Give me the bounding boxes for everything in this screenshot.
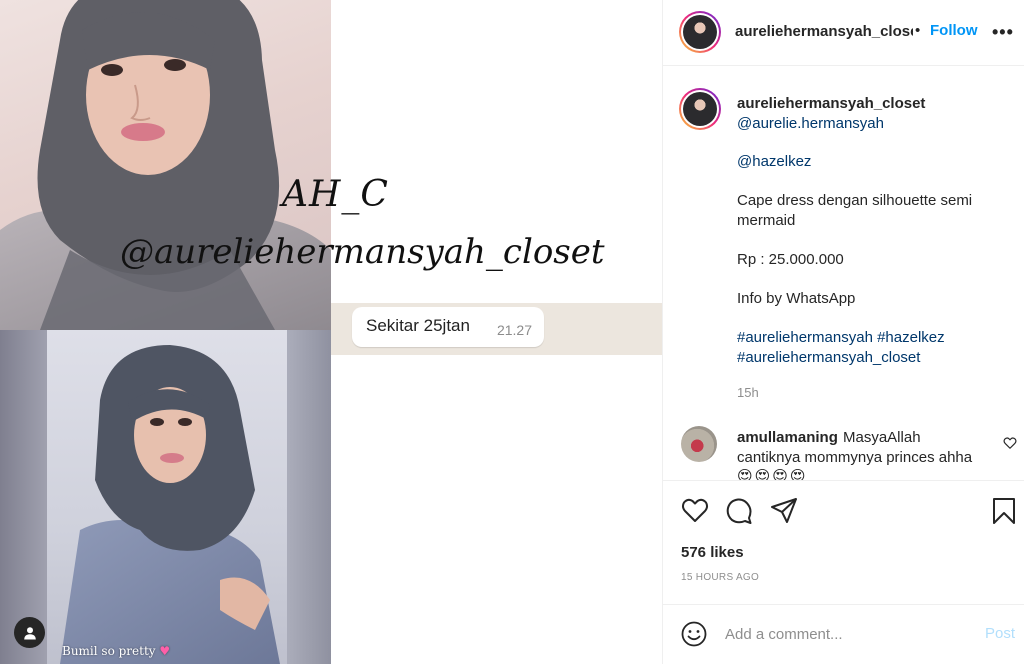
watermark-title: AH_C: [282, 174, 389, 215]
portrait-illustration-top: [0, 0, 331, 330]
post-header: aureliehermansyah_closet • Follow •••: [663, 0, 1024, 66]
comment-button[interactable]: [725, 497, 753, 530]
bookmark-button[interactable]: [992, 497, 1016, 530]
like-button[interactable]: [681, 497, 709, 528]
pink-heart-icon: ♥: [159, 644, 171, 658]
header-username[interactable]: aureliehermansyah_closet: [735, 23, 913, 40]
post-media[interactable]: Sekitar 25jtan 21.27 AH_C @aurelieherman…: [0, 0, 662, 664]
user-tag-button[interactable]: [14, 617, 45, 648]
caption-info: Info by WhatsApp: [737, 290, 856, 307]
comment-avatar[interactable]: [681, 426, 717, 462]
chat-time: 21.27: [496, 322, 532, 338]
comment-username[interactable]: amullamaning: [737, 429, 838, 446]
caption-description-line2: mermaid: [737, 212, 796, 229]
comment-input[interactable]: [725, 623, 965, 645]
chat-bubble: Sekitar 25jtan 21.27: [352, 307, 544, 347]
hashtag-aureliehermansyah[interactable]: #aureliehermansyah: [737, 329, 873, 346]
post-timestamp[interactable]: 15 HOURS AGO: [681, 572, 759, 583]
caption-hashtags-line1: #aureliehermansyah #hazelkez: [737, 328, 945, 348]
photo-caption: Bumil so pretty ♥: [62, 644, 170, 658]
comment-emoji: 😍😍😍😍: [737, 468, 808, 480]
caption-price: Rp : 25.000.000: [737, 251, 844, 268]
hashtag-aureliehermansyah-closet[interactable]: #aureliehermansyah_closet: [737, 348, 920, 368]
watermark-handle: @aureliehermansyah_closet: [120, 232, 605, 272]
header-separator: •: [915, 22, 921, 39]
emoji-icon: [681, 621, 707, 647]
caption-mention-hazelkez[interactable]: @hazelkez: [737, 152, 811, 172]
caption-username[interactable]: aureliehermansyah_closet: [737, 95, 925, 112]
post-actions: 576 likes 15 HOURS AGO: [663, 480, 1024, 604]
photo-top: [0, 0, 331, 330]
caption-time[interactable]: 15h: [737, 385, 759, 400]
photo-caption-text: Bumil so pretty: [62, 644, 156, 658]
hashtag-hazelkez[interactable]: #hazelkez: [877, 329, 945, 346]
heart-icon: [681, 498, 709, 522]
caption-description-line1: Cape dress dengan silhouette semi: [737, 192, 973, 209]
post-comment-button[interactable]: Post: [985, 625, 1015, 642]
bookmark-icon: [993, 498, 1015, 524]
chat-message: Sekitar 25jtan: [366, 316, 470, 335]
follow-button[interactable]: Follow: [930, 22, 978, 39]
comments-section[interactable]: aureliehermansyah_closet @aurelie.herman…: [663, 66, 1024, 480]
share-icon: [771, 498, 797, 523]
comment-text-line2: cantiknya mommynya princes ahha: [737, 449, 973, 466]
caption-avatar[interactable]: [679, 88, 721, 130]
post-sidebar: aureliehermansyah_closet • Follow ••• au…: [662, 0, 1024, 664]
add-comment-bar: Post: [663, 604, 1024, 664]
comment-text-line1: MasyaAllah: [843, 429, 921, 446]
photo-bottom: [0, 330, 331, 664]
share-button[interactable]: [770, 497, 798, 530]
more-options-icon[interactable]: •••: [992, 22, 1014, 43]
comment-like-button[interactable]: [1003, 436, 1017, 455]
avatar[interactable]: [679, 11, 721, 53]
comment-icon: [726, 498, 752, 524]
user-tag-icon: [23, 626, 36, 639]
likes-count[interactable]: 576 likes: [681, 544, 744, 561]
caption-mention-aurelie[interactable]: @aurelie.hermansyah: [737, 114, 884, 134]
portrait-illustration-bottom: [60, 345, 280, 664]
comment-heart-icon: [1003, 437, 1017, 449]
emoji-button[interactable]: [681, 621, 707, 652]
